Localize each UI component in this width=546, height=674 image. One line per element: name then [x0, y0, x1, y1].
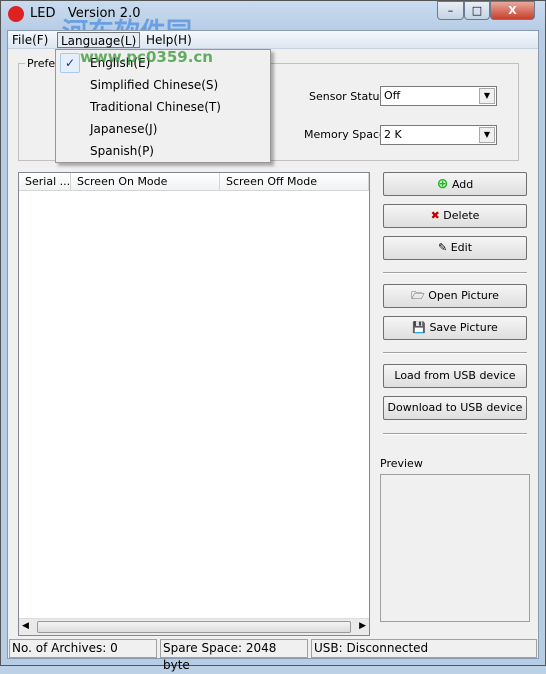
column-screen-on-mode[interactable]: Screen On Mode — [71, 173, 220, 191]
scroll-right-icon[interactable]: ▶ — [359, 621, 366, 631]
preview-label: Preview — [380, 457, 423, 470]
menu-item-japanese[interactable]: Japanese(J) — [90, 122, 157, 136]
pencil-icon: ✎ — [437, 241, 448, 254]
preview-box — [380, 474, 530, 622]
chevron-down-icon[interactable]: ▼ — [479, 127, 495, 143]
delete-button[interactable]: ✖ Delete — [383, 204, 527, 228]
memory-space-select[interactable]: 2 K ▼ — [380, 125, 497, 145]
menu-item-spanish[interactable]: Spanish(P) — [90, 144, 154, 158]
load-from-usb-button[interactable]: Load from USB device — [383, 364, 527, 388]
status-spare-space: Spare Space: 2048 byte — [160, 639, 308, 672]
delete-label: Delete — [443, 209, 480, 222]
app-icon — [8, 6, 24, 22]
divider — [383, 433, 527, 435]
folder-icon: 🗁 — [411, 289, 425, 302]
menu-file[interactable]: File(F) — [9, 32, 51, 48]
menu-help[interactable]: Help(H) — [143, 32, 195, 48]
edit-label: Edit — [450, 241, 473, 254]
menu-item-simplified-chinese[interactable]: Simplified Chinese(S) — [90, 78, 218, 92]
divider — [383, 272, 527, 274]
add-label: Add — [451, 178, 474, 191]
language-dropdown: ✓ English(E) Simplified Chinese(S) Tradi… — [55, 49, 271, 163]
edit-button[interactable]: ✎ Edit — [383, 236, 527, 260]
checkmark-icon: ✓ — [60, 53, 80, 73]
maximize-button[interactable]: □ — [464, 1, 490, 20]
menu-language[interactable]: Language(L) — [57, 32, 141, 48]
column-serial[interactable]: Serial ... — [19, 173, 71, 191]
save-picture-label: Save Picture — [429, 321, 498, 334]
scroll-left-icon[interactable]: ◀ — [22, 621, 29, 631]
sensor-status-value: Off — [384, 89, 401, 102]
divider — [383, 352, 527, 354]
minimize-button[interactable]: – — [437, 1, 464, 20]
download-to-usb-button[interactable]: Download to USB device — [383, 396, 527, 420]
open-picture-button[interactable]: 🗁 Open Picture — [383, 284, 527, 308]
menu-item-traditional-chinese[interactable]: Traditional Chinese(T) — [90, 100, 221, 114]
memory-space-value: 2 K — [384, 128, 402, 141]
plus-icon: ⊕ — [436, 176, 449, 192]
close-button[interactable]: X — [490, 1, 535, 20]
chevron-down-icon[interactable]: ▼ — [479, 88, 495, 104]
memory-space-label: Memory Space: — [304, 128, 390, 141]
status-archives: No. of Archives: 0 — [9, 639, 157, 658]
horizontal-scrollbar[interactable]: ◀ ▶ — [19, 618, 369, 635]
column-screen-off-mode[interactable]: Screen Off Mode — [220, 173, 369, 191]
add-button[interactable]: ⊕ Add — [383, 172, 527, 196]
scrollbar-thumb[interactable] — [37, 621, 351, 633]
x-icon: ✖ — [430, 209, 440, 222]
status-usb: USB: Disconnected — [311, 639, 537, 658]
archive-list[interactable]: Serial ... Screen On Mode Screen Off Mod… — [18, 172, 370, 636]
sensor-status-select[interactable]: Off ▼ — [380, 86, 497, 106]
sensor-status-label: Sensor Status: — [309, 90, 389, 103]
open-picture-label: Open Picture — [428, 289, 499, 302]
save-picture-button[interactable]: 💾 Save Picture — [383, 316, 527, 340]
watermark-url: www.pc0359.cn — [80, 48, 213, 66]
floppy-icon: 💾 — [412, 321, 426, 334]
